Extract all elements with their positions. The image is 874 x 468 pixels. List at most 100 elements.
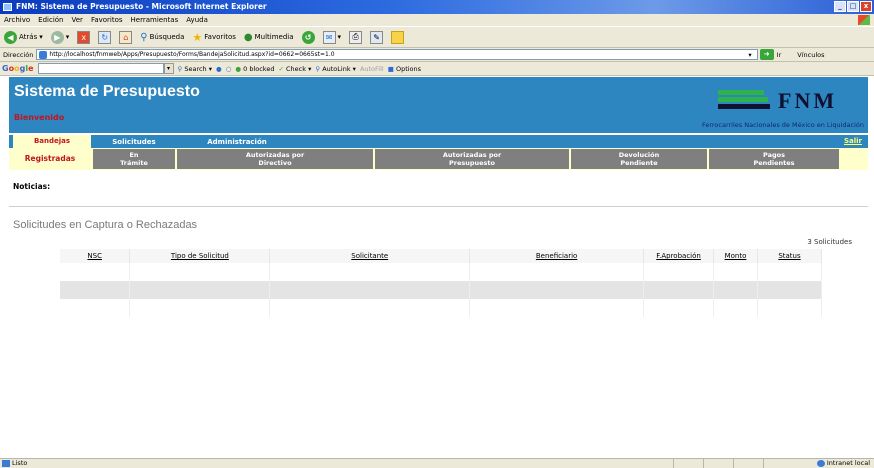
menu-archivo[interactable]: Archivo (4, 14, 30, 26)
status-text: Listo (12, 459, 28, 467)
column-header-nsc[interactable]: NSC (60, 249, 131, 263)
spell-check-button[interactable]: ✓ Check ▾ (278, 65, 311, 73)
column-header-tipo[interactable]: Tipo de Solicitud (129, 249, 271, 263)
links-button[interactable]: Vínculos (797, 51, 824, 59)
google-search-button[interactable]: ⚲ Search ▾ (178, 65, 213, 73)
back-button[interactable]: ◀ Atrás ▾ (2, 28, 45, 46)
table-row[interactable] (60, 263, 823, 281)
section-divider (9, 206, 868, 207)
zone-label: Intranet local (826, 459, 870, 467)
app-title: Sistema de Presupuesto (14, 83, 200, 100)
table-cell (469, 263, 645, 281)
refresh-button[interactable]: ↻ (96, 28, 113, 46)
status-divider (763, 459, 764, 468)
popup-blocker-button[interactable]: ● 0 blocked (235, 65, 274, 73)
subtab-label-line1: Pagos (763, 151, 785, 159)
autofill-button[interactable]: AutoFill (360, 65, 384, 73)
close-button[interactable]: x (860, 1, 872, 12)
table-cell (757, 281, 823, 299)
column-header-monto[interactable]: Monto (713, 249, 758, 263)
edit-button[interactable]: ✎ (368, 28, 385, 46)
fnm-logo-stripes (718, 90, 770, 112)
mail-icon: ✉ (322, 30, 336, 44)
google-news-icon[interactable]: ● (216, 65, 222, 73)
address-dropdown-icon[interactable]: ▾ (748, 51, 751, 59)
status-divider (733, 459, 734, 468)
status-bar: Listo Intranet local (0, 458, 874, 468)
back-dropdown-icon: ▾ (39, 33, 43, 41)
sub-tabs: Registradas En Trámite Autorizadas por D… (9, 148, 868, 170)
table-cell (269, 263, 471, 281)
address-input[interactable]: http://localhost/fnmweb/Apps/Presupuesto… (36, 49, 759, 60)
stop-button[interactable]: x (75, 28, 92, 46)
google-search-dropdown-icon[interactable]: ▾ (163, 63, 174, 74)
menu-edicion[interactable]: Edición (38, 14, 63, 26)
status-divider (703, 459, 704, 468)
welcome-text: Bienvenido (14, 113, 65, 122)
subtab-label-line2: Trámite (120, 159, 148, 167)
tab-bandejas[interactable]: Bandejas (13, 135, 91, 148)
section-title: Solicitudes en Captura o Rechazadas (13, 219, 198, 231)
autolink-button[interactable]: ⚲ AutoLink ▾ (315, 65, 356, 73)
subtab-en-tramite[interactable]: En Trámite (93, 149, 175, 169)
intranet-zone-icon (816, 460, 825, 467)
subtab-label-line2: Presupuesto (448, 159, 495, 167)
logout-link[interactable]: Salir (844, 137, 862, 145)
options-button[interactable]: ■ Options (388, 65, 421, 73)
window-title: FNM: Sistema de Presupuesto - Microsoft … (16, 2, 267, 11)
menu-favoritos[interactable]: Favoritos (91, 14, 123, 26)
google-toolbar: Google ▾ ⚲ Search ▾ ● ○ ● 0 blocked ✓ Ch… (0, 62, 874, 76)
g-search-icon: ⚲ (177, 64, 183, 73)
address-bar: Dirección http://localhost/fnmweb/Apps/P… (0, 48, 874, 62)
menu-herramientas[interactable]: Herramientas (131, 14, 179, 26)
subtab-registradas-label: Registradas (24, 154, 76, 163)
tab-solicitudes[interactable]: Solicitudes (95, 137, 173, 148)
print-button[interactable]: ⎙ (347, 28, 364, 46)
security-zone: Intranet local (816, 459, 870, 468)
search-button[interactable]: ⚲ Búsqueda (138, 28, 186, 46)
mail-button[interactable]: ✉ ▾ (321, 28, 344, 46)
google-logo[interactable]: Google (2, 64, 34, 73)
subtab-label-line2: Pendiente (620, 159, 658, 167)
go-button[interactable]: ➜ Ir (759, 49, 781, 60)
back-label: Atrás (19, 33, 38, 41)
google-search-input[interactable] (37, 63, 164, 74)
multimedia-button[interactable]: ● Multimedia (242, 28, 296, 46)
column-header-solicitante[interactable]: Solicitante (269, 249, 471, 263)
minimize-button[interactable]: _ (834, 1, 846, 12)
table-row[interactable] (60, 281, 823, 299)
subtab-registradas[interactable]: Registradas (9, 149, 91, 169)
subtab-devolucion-pendiente[interactable]: Devolución Pendiente (571, 149, 707, 169)
column-header-faprobacion[interactable]: F.Aprobación (643, 249, 715, 263)
web-page: Sistema de Presupuesto Bienvenido FNM Fe… (9, 77, 868, 458)
windows-logo-icon (858, 15, 870, 25)
menu-ver[interactable]: Ver (72, 14, 83, 26)
subtab-pagos-pendientes[interactable]: Pagos Pendientes (709, 149, 839, 169)
tab-administracion[interactable]: Administración (177, 137, 297, 148)
table-cell (269, 299, 471, 317)
window-controls: _ □ x (834, 1, 872, 12)
column-header-beneficiario[interactable]: Beneficiario (469, 249, 645, 263)
history-button[interactable]: ↺ (300, 28, 317, 46)
subtab-autorizadas-presupuesto[interactable]: Autorizadas por Presupuesto (375, 149, 569, 169)
history-icon: ↺ (301, 30, 315, 44)
column-header-status[interactable]: Status (757, 249, 823, 263)
table-row[interactable] (60, 299, 823, 317)
edit-icon: ✎ (370, 30, 384, 44)
table-cell (60, 263, 131, 281)
menu-ayuda[interactable]: Ayuda (186, 14, 208, 26)
page-icon (39, 50, 48, 59)
search-label: Búsqueda (149, 33, 185, 41)
home-button[interactable]: ⌂ (117, 28, 134, 46)
favorites-button[interactable]: ★ Favoritos (190, 28, 237, 46)
subtab-autorizadas-directivo[interactable]: Autorizadas por Directivo (177, 149, 373, 169)
media-icon: ● (243, 31, 253, 43)
table-cell (713, 263, 758, 281)
maximize-button[interactable]: □ (847, 1, 859, 12)
forward-button[interactable]: ▶ ▾ (49, 28, 72, 46)
folder-button[interactable] (389, 28, 406, 46)
google-info-icon[interactable]: ○ (226, 65, 232, 73)
fnm-logo: FNM (718, 88, 858, 114)
fnm-logo-text: FNM (778, 88, 838, 113)
subtab-label-line2: Directivo (258, 159, 292, 167)
